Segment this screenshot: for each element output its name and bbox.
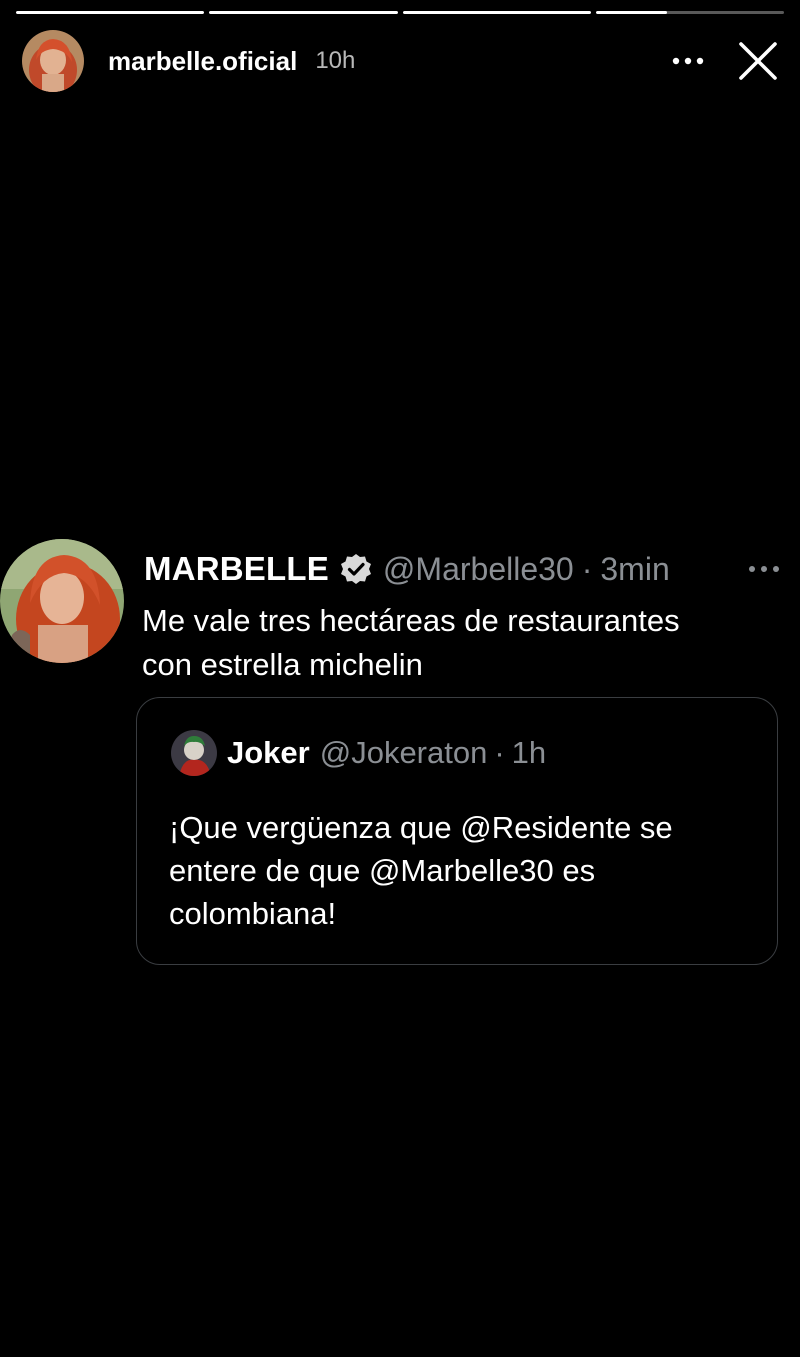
quoted-author-name: Joker	[227, 735, 310, 770]
more-options-button[interactable]	[666, 39, 710, 83]
close-icon	[739, 42, 777, 80]
more-horizontal-icon	[672, 57, 704, 65]
quoted-text-line: colombiana!	[169, 896, 337, 931]
progress-segment	[402, 11, 591, 14]
tweet-more-button[interactable]	[740, 554, 780, 584]
tweet-text-line: con estrella michelin	[142, 647, 423, 682]
story-viewer: marbelle.oficial 10h MARBELLE @Marbelle3…	[0, 0, 800, 1357]
progress-segment	[595, 11, 784, 14]
progress-segment	[16, 11, 205, 14]
tweet-timestamp: 3min	[600, 550, 670, 587]
quoted-tweet-body: ¡Que vergüenza que @Residente se entere …	[169, 806, 769, 935]
quoted-text-line: ¡Que vergüenza que @Residente se	[169, 810, 673, 845]
verified-badge-icon	[339, 552, 373, 586]
quoted-author-avatar	[171, 730, 217, 776]
tweet-author-avatar	[0, 539, 124, 663]
tweet-header: MARBELLE @Marbelle30 · 3min	[144, 543, 780, 595]
story-progress-bar	[16, 11, 784, 15]
story-username[interactable]: marbelle.oficial	[108, 46, 297, 77]
story-user-avatar[interactable]	[22, 30, 84, 92]
quoted-separator: ·	[494, 735, 505, 770]
close-button[interactable]	[734, 37, 782, 85]
story-timestamp: 10h	[315, 47, 356, 74]
progress-segment	[209, 11, 398, 14]
quoted-text-line: entere de que @Marbelle30 es	[169, 853, 596, 888]
quoted-author-handle: @Jokeraton	[319, 735, 488, 770]
story-header: marbelle.oficial 10h	[22, 30, 782, 92]
tweet-separator: ·	[581, 550, 593, 587]
tweet-author-name[interactable]: MARBELLE	[144, 550, 329, 588]
tweet-text-line: Me vale tres hectáreas de restaurantes	[142, 603, 680, 638]
quoted-timestamp: 1h	[511, 735, 547, 770]
tweet-author-handle[interactable]: @Marbelle30	[383, 551, 574, 588]
quoted-tweet-header: Joker @Jokeraton · 1h	[171, 730, 546, 776]
quoted-tweet[interactable]: Joker @Jokeraton · 1h ¡Que vergüenza que…	[136, 697, 778, 965]
tweet-body: Me vale tres hectáreas de restaurantes c…	[142, 599, 792, 687]
more-horizontal-icon	[749, 566, 779, 572]
